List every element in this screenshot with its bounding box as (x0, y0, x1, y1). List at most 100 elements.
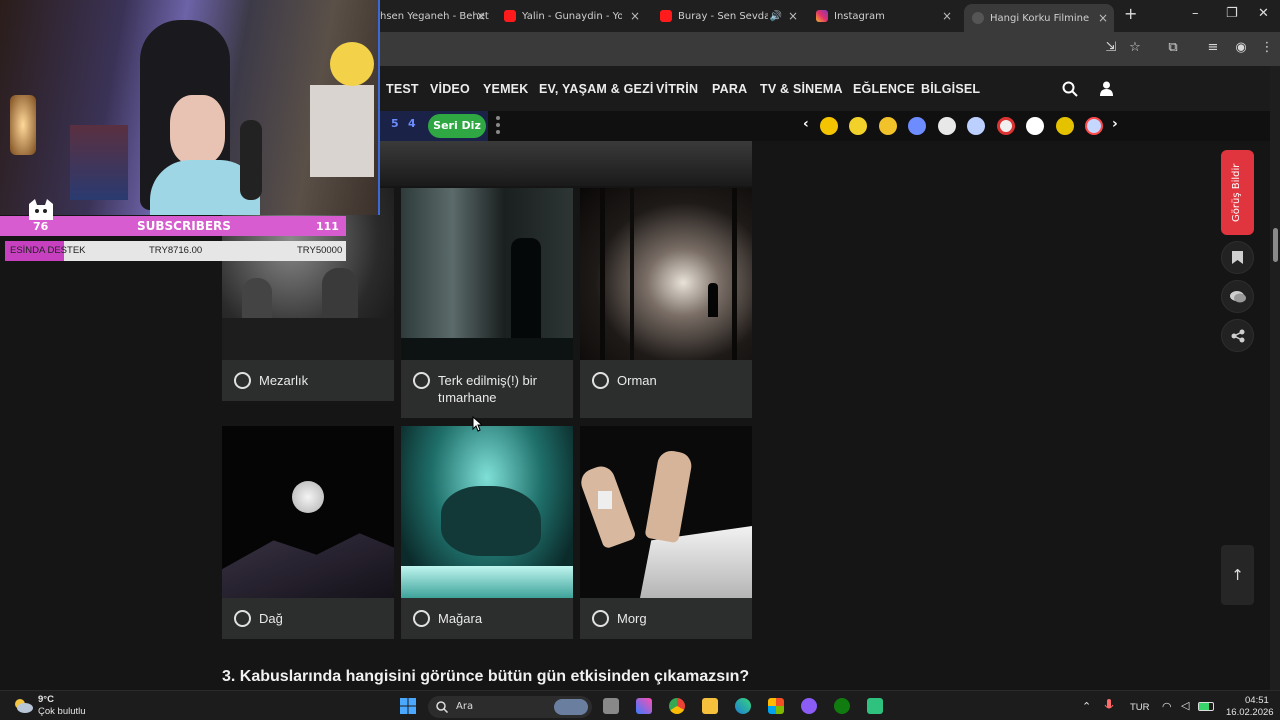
donation-goal: TRY50000 (297, 245, 343, 256)
streaming-app-icon[interactable] (867, 698, 883, 714)
option-card-orman[interactable]: Orman (580, 188, 752, 418)
battery-icon[interactable] (1198, 702, 1214, 711)
nav-item-video[interactable]: VİDEO (430, 82, 470, 96)
share-button[interactable] (1221, 319, 1254, 352)
new-tab-button[interactable]: + (1124, 4, 1137, 23)
media-control-icon[interactable]: ≡ (1204, 40, 1222, 58)
copilot-icon[interactable] (636, 698, 652, 714)
reaction-white-icon[interactable] (1026, 117, 1044, 135)
maximize-button[interactable]: ❐ (1226, 6, 1238, 21)
series-number[interactable]: 4 (408, 117, 416, 130)
bookmark-star-icon[interactable]: ☆ (1126, 40, 1144, 58)
taskbar-search-box[interactable]: Ara (428, 696, 592, 718)
browser-tab[interactable]: Buray - Sen Sevda Mı 🔊 × (652, 4, 804, 28)
reaction-badge2-icon[interactable] (967, 117, 985, 135)
nav-item-test[interactable]: TEST (386, 82, 419, 96)
radio-button[interactable] (413, 372, 430, 389)
radio-button[interactable] (413, 610, 430, 627)
instagram-icon (816, 10, 828, 22)
tab-close-icon[interactable]: × (942, 9, 952, 23)
user-icon[interactable] (1100, 81, 1113, 96)
option-card-morg[interactable]: Morg (580, 426, 752, 639)
reaction-laugh-icon[interactable] (879, 117, 897, 135)
tab-close-icon[interactable]: × (1098, 11, 1108, 25)
chrome-icon[interactable] (669, 698, 685, 714)
reaction-cat-icon[interactable] (938, 117, 956, 135)
language-indicator[interactable]: TUR (1130, 702, 1150, 713)
scrollbar-thumb[interactable] (1273, 228, 1278, 262)
microphone-icon[interactable] (1104, 699, 1114, 713)
clock-time[interactable]: 04:51 (1245, 695, 1269, 706)
radio-button[interactable] (234, 372, 251, 389)
clock-date[interactable]: 16.02.2026 (1226, 707, 1274, 718)
seri-diz-button[interactable]: Seri Diz (428, 114, 486, 138)
profile-icon[interactable]: ◉ (1232, 40, 1250, 58)
reaction-target-icon[interactable] (997, 117, 1015, 135)
reactions-prev-icon[interactable]: ‹ (803, 116, 809, 132)
task-view-icon[interactable] (603, 698, 619, 714)
option-image-morgue (580, 426, 752, 598)
tab-label: Yalin - Gunaydin - YouTub (522, 10, 622, 22)
weather-temp[interactable]: 9°C (38, 694, 54, 705)
nav-item-eglence[interactable]: EĞLENCE (853, 82, 915, 96)
browser-tab[interactable]: hsen Yeganeh - Behet × (372, 4, 492, 28)
weather-desc[interactable]: Çok bulutlu (38, 706, 86, 717)
series-number[interactable]: 5 (391, 117, 399, 130)
app-icon[interactable] (801, 698, 817, 714)
donation-label: ESİNDA DESTEK (10, 245, 86, 256)
nav-item-tv-sinema[interactable]: TV & SİNEMA (760, 82, 843, 96)
radio-button[interactable] (592, 610, 609, 627)
search-icon[interactable] (1062, 81, 1078, 97)
browser-tab[interactable]: Instagram × (808, 4, 958, 28)
windows-start-icon[interactable] (400, 698, 416, 714)
extensions-icon[interactable]: ⧉ (1164, 40, 1182, 58)
wifi-icon[interactable]: ◠ (1162, 700, 1172, 713)
radio-button[interactable] (592, 372, 609, 389)
comment-icon (1229, 291, 1246, 303)
subscribers-label: SUBSCRIBERS (137, 219, 231, 233)
bookmark-button[interactable] (1221, 241, 1254, 274)
nav-item-bilgisel[interactable]: BİLGİSEL (921, 82, 980, 96)
reaction-cry-icon[interactable] (849, 117, 867, 135)
back-to-top-button[interactable]: ↑ (1221, 545, 1254, 605)
tab-close-icon[interactable]: × (630, 9, 640, 23)
reactions-next-icon[interactable]: › (1112, 116, 1118, 132)
nav-item-vitrin[interactable]: VİTRİN (656, 82, 698, 96)
menu-icon[interactable]: ⋮ (1258, 40, 1276, 58)
option-label: Orman (617, 373, 657, 388)
file-explorer-icon[interactable] (702, 698, 718, 714)
drag-handle-icon[interactable] (496, 116, 500, 138)
nav-item-ev-yasam-gezi[interactable]: EV, YAŞAM & GEZİ (539, 82, 654, 96)
volume-icon[interactable]: ◁ (1181, 699, 1189, 712)
audio-icon[interactable]: 🔊 (770, 11, 782, 22)
option-card-magara[interactable]: Mağara (401, 426, 573, 639)
feedback-button[interactable]: Görüş Bildir (1221, 150, 1254, 235)
edge-icon[interactable] (735, 698, 751, 714)
tab-label: Instagram (834, 10, 885, 22)
tab-close-icon[interactable]: × (788, 9, 798, 23)
comment-button[interactable] (1221, 280, 1254, 313)
option-image-forest (580, 188, 752, 360)
radio-button[interactable] (234, 610, 251, 627)
nav-item-para[interactable]: PARA (712, 82, 747, 96)
option-label: Mağara (438, 611, 483, 626)
minimize-button[interactable]: – (1192, 6, 1199, 21)
xbox-icon[interactable] (834, 698, 850, 714)
browser-tab-active[interactable]: Hangi Korku Filmine Aitsi × (964, 4, 1114, 32)
store-icon[interactable] (768, 698, 784, 714)
webcam-overlay (0, 0, 380, 215)
nav-item-yemek[interactable]: YEMEK (483, 82, 528, 96)
scrollbar-track[interactable] (1270, 66, 1280, 690)
browser-tab[interactable]: Yalin - Gunaydin - YouTub × (496, 4, 646, 28)
option-card-timarhane[interactable]: Terk edilmiş(!) bir tımarhane (401, 188, 573, 418)
install-app-icon[interactable]: ⇲ (1102, 40, 1120, 58)
reaction-love-icon[interactable] (820, 117, 838, 135)
option-label: Morg (617, 611, 647, 626)
close-window-button[interactable]: ✕ (1258, 6, 1269, 21)
reaction-snowflake-icon[interactable] (1085, 117, 1103, 135)
option-card-dag[interactable]: Dağ (222, 426, 394, 639)
tray-expand-icon[interactable]: ⌃ (1082, 700, 1091, 713)
reaction-cool-icon[interactable] (1056, 117, 1074, 135)
reaction-badge-icon[interactable] (908, 117, 926, 135)
tab-close-icon[interactable]: × (476, 9, 486, 23)
